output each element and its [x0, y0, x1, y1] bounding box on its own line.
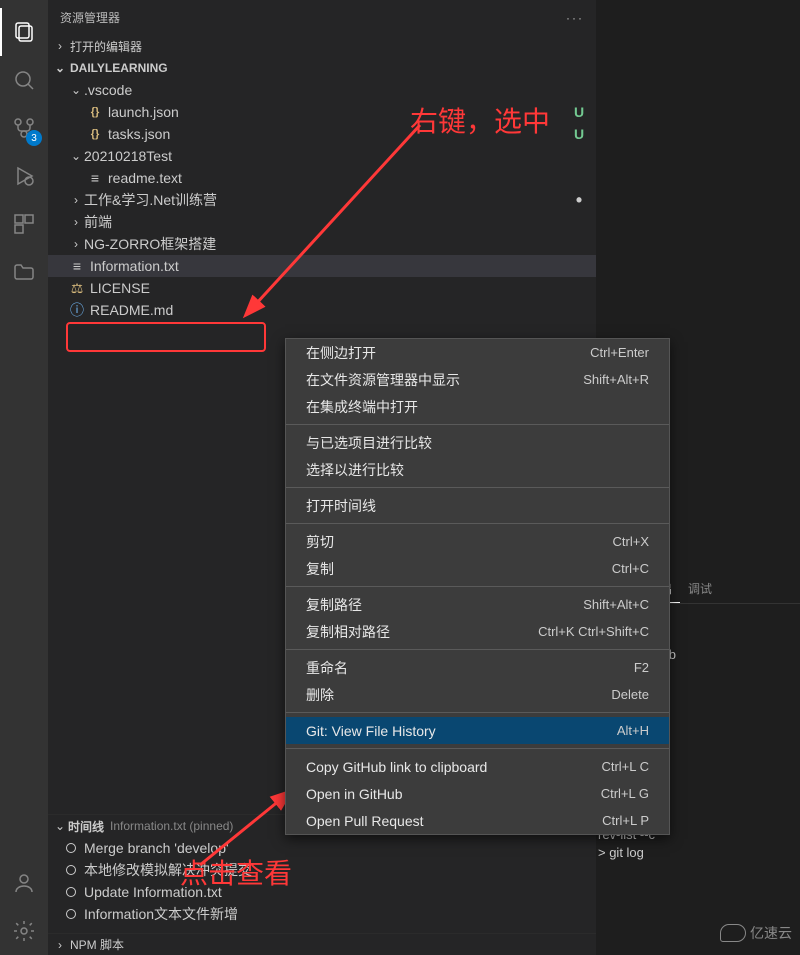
context-menu-item[interactable]: 在文件资源管理器中显示Shift+Alt+R — [286, 366, 669, 393]
more-actions-icon[interactable]: ··· — [566, 11, 584, 25]
tree-file[interactable]: ≡readme.text — [48, 167, 596, 189]
context-menu: 在侧边打开Ctrl+Enter在文件资源管理器中显示Shift+Alt+R在集成… — [285, 338, 670, 835]
tree-folder[interactable]: ›前端 — [48, 211, 596, 233]
sidebar-header: 资源管理器 ··· — [48, 0, 596, 35]
folder-icon[interactable] — [0, 248, 48, 296]
context-menu-item[interactable]: 删除Delete — [286, 681, 669, 708]
context-menu-item[interactable]: Git: View File HistoryAlt+H — [286, 717, 669, 744]
context-menu-item[interactable]: 重命名F2 — [286, 654, 669, 681]
tree-folder[interactable]: ⌄20210218Test — [48, 145, 596, 167]
tree-folder[interactable]: ⌄.vscode — [48, 79, 596, 101]
explorer-icon[interactable] — [0, 8, 48, 56]
settings-gear-icon[interactable] — [0, 907, 48, 955]
context-menu-item[interactable]: 打开时间线 — [286, 492, 669, 519]
tree-file[interactable]: {}launch.jsonU — [48, 101, 596, 123]
timeline-item[interactable]: 本地修改模拟解决冲突提交 — [48, 859, 596, 881]
account-icon[interactable] — [0, 859, 48, 907]
scm-badge: 3 — [26, 130, 42, 146]
tree-file[interactable]: ⚖LICENSE — [48, 277, 596, 299]
context-menu-item[interactable]: Copy GitHub link to clipboardCtrl+L C — [286, 753, 669, 780]
tab-debug[interactable]: 调试 — [680, 576, 720, 603]
extensions-icon[interactable] — [0, 200, 48, 248]
context-menu-item[interactable]: 复制相对路径Ctrl+K Ctrl+Shift+C — [286, 618, 669, 645]
source-control-icon[interactable]: 3 — [0, 104, 48, 152]
sidebar-title: 资源管理器 — [60, 9, 566, 26]
tree-file[interactable]: ⓘREADME.md — [48, 299, 596, 321]
npm-section[interactable]: ›NPM 脚本 — [48, 933, 596, 955]
run-debug-icon[interactable] — [0, 152, 48, 200]
context-menu-item[interactable]: 选择以进行比较 — [286, 456, 669, 483]
tree-file[interactable]: {}tasks.jsonU — [48, 123, 596, 145]
search-icon[interactable] — [0, 56, 48, 104]
tree-folder[interactable]: ›工作&学习.Net训练营• — [48, 189, 596, 211]
context-menu-item[interactable]: 剪切Ctrl+X — [286, 528, 669, 555]
open-editors-section[interactable]: ›打开的编辑器 — [48, 35, 596, 57]
context-menu-item[interactable]: 在集成终端中打开 — [286, 393, 669, 420]
context-menu-item[interactable]: 在侧边打开Ctrl+Enter — [286, 339, 669, 366]
context-menu-item[interactable]: 复制路径Shift+Alt+C — [286, 591, 669, 618]
tree-file-selected[interactable]: ≡Information.txt — [48, 255, 596, 277]
workspace-section[interactable]: ⌄DAILYLEARNING — [48, 57, 596, 79]
context-menu-item[interactable]: Open Pull RequestCtrl+L P — [286, 807, 669, 834]
context-menu-item[interactable]: 复制Ctrl+C — [286, 555, 669, 582]
timeline-item[interactable]: Merge branch 'develop' — [48, 837, 596, 859]
context-menu-item[interactable]: 与已选项目进行比较 — [286, 429, 669, 456]
watermark: 亿速云 — [720, 923, 792, 943]
tree-folder[interactable]: ›NG-ZORRO框架搭建 — [48, 233, 596, 255]
file-tree: ⌄.vscode {}launch.jsonU {}tasks.jsonU ⌄2… — [48, 79, 596, 321]
timeline-item[interactable]: Information文本文件新增 — [48, 903, 596, 925]
context-menu-item[interactable]: Open in GitHubCtrl+L G — [286, 780, 669, 807]
timeline-item[interactable]: Update Information.txt — [48, 881, 596, 903]
activity-bar: 3 — [0, 0, 48, 955]
